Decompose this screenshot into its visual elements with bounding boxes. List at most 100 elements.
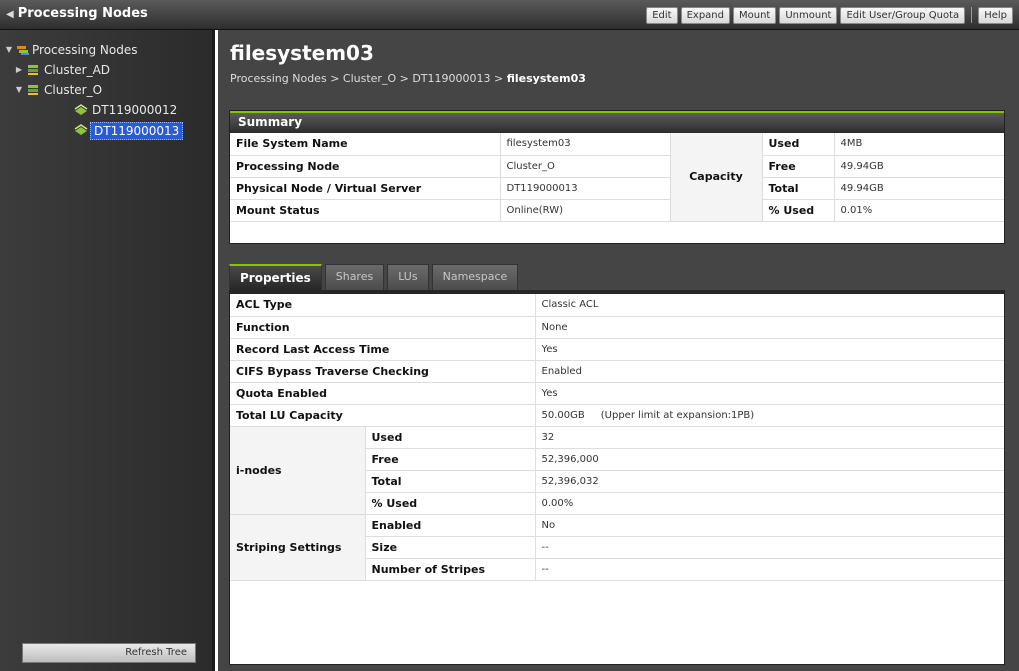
- toolbar: Edit Expand Mount Unmount Edit User/Grou…: [643, 6, 1013, 24]
- table-row: ACL Type Classic ACL: [230, 294, 1004, 317]
- refresh-tree-button[interactable]: Refresh Tree: [22, 643, 196, 663]
- property-label: Total LU Capacity: [230, 404, 535, 427]
- breadcrumb-link-cluster[interactable]: Cluster_O: [343, 72, 396, 85]
- tab-lus[interactable]: LUs: [387, 264, 429, 290]
- breadcrumb-link-processing-nodes[interactable]: Processing Nodes: [230, 72, 327, 85]
- breadcrumb-separator: >: [399, 72, 409, 85]
- summary-label: Physical Node / Virtual Server: [230, 177, 500, 200]
- navigation-tree-panel: ▼ Processing Nodes ▶ Cluster_AD ▼ Cluste…: [0, 30, 215, 671]
- table-row: Quota Enabled Yes: [230, 382, 1004, 405]
- tree-node-label: DT119000012: [92, 103, 178, 117]
- breadcrumb-separator: >: [494, 72, 504, 85]
- table-row: File System Name filesystem03 Capacity U…: [230, 133, 1004, 222]
- tab-namespace[interactable]: Namespace: [431, 264, 519, 290]
- capacity-value: 0.01%: [833, 199, 1004, 222]
- lu-capacity-note: (Upper limit at expansion:1PB): [600, 409, 755, 421]
- summary-label: File System Name: [230, 133, 500, 156]
- summary-panel: Summary File System Name filesystem03 Ca…: [229, 110, 1005, 244]
- inodes-sub-label: Used: [365, 426, 535, 449]
- summary-label: Mount Status: [230, 199, 500, 222]
- tree-node-label: Cluster_O: [44, 83, 103, 97]
- collapse-arrow-icon[interactable]: ◀: [6, 9, 14, 20]
- summary-value: filesystem03: [499, 133, 670, 156]
- summary-label: Processing Node: [230, 155, 500, 178]
- capacity-sub-label: Total: [762, 177, 834, 200]
- breadcrumb-separator: >: [330, 72, 340, 85]
- striping-value: --: [534, 558, 1004, 581]
- capacity-value: 4MB: [833, 133, 1004, 156]
- breadcrumb: Processing Nodes > Cluster_O > DT1190000…: [230, 72, 586, 85]
- tree-node-processing-nodes[interactable]: ▼ Processing Nodes: [0, 40, 212, 60]
- tree-node-dt119000013[interactable]: DT119000013: [0, 120, 212, 140]
- inodes-group-label: i-nodes: [230, 426, 366, 515]
- property-value: 50.00GB (Upper limit at expansion:1PB): [534, 404, 1004, 427]
- tree-node-cluster-o[interactable]: ▼ Cluster_O: [0, 80, 212, 100]
- striping-sub-label: Number of Stripes: [365, 558, 535, 581]
- edit-quota-button[interactable]: Edit User/Group Quota: [840, 6, 966, 24]
- inodes-value: 32: [534, 426, 1004, 449]
- property-value: None: [534, 316, 1004, 339]
- capacity-label: Capacity: [669, 133, 763, 222]
- inodes-sub-label: % Used: [365, 492, 535, 515]
- cluster-icon: [28, 85, 38, 95]
- processing-nodes-icon: [17, 46, 29, 55]
- table-row: Record Last Access Time Yes: [230, 338, 1004, 361]
- summary-value: Online(RW): [499, 199, 670, 222]
- breadcrumb-link-node[interactable]: DT119000013: [412, 72, 490, 85]
- summary-table: File System Name filesystem03 Capacity U…: [230, 133, 1004, 222]
- panel-title[interactable]: ◀ Processing Nodes: [6, 6, 148, 21]
- inodes-sub-label: Free: [365, 448, 535, 471]
- top-header-bar: ◀ Processing Nodes Edit Expand Mount Unmo…: [0, 0, 1019, 30]
- table-row: Total LU Capacity 50.00GB (Upper limit at…: [230, 404, 1004, 427]
- tree-node-cluster-ad[interactable]: ▶ Cluster_AD: [0, 60, 212, 80]
- table-row: Striping Settings Enabled No: [230, 514, 1004, 581]
- table-row: Function None: [230, 316, 1004, 339]
- page-title: filesystem03: [230, 41, 374, 65]
- breadcrumb-current: filesystem03: [506, 72, 586, 85]
- property-value: Yes: [534, 338, 1004, 361]
- summary-heading: Summary: [230, 111, 1004, 133]
- capacity-value: 49.94GB: [833, 155, 1004, 178]
- tab-shares[interactable]: Shares: [324, 264, 385, 290]
- unmount-button[interactable]: Unmount: [779, 6, 838, 24]
- capacity-sub-label: % Used: [762, 199, 834, 222]
- property-label: CIFS Bypass Traverse Checking: [230, 360, 535, 383]
- toolbar-divider: [971, 7, 973, 23]
- properties-table: ACL Type Classic ACL Function None Recor…: [230, 294, 1004, 581]
- main-content: filesystem03 Processing Nodes > Cluster_…: [218, 30, 1019, 671]
- expand-toggle-icon[interactable]: ▼: [4, 40, 14, 60]
- summary-value: Cluster_O: [499, 155, 670, 178]
- summary-value: DT119000013: [499, 177, 670, 200]
- property-label: Record Last Access Time: [230, 338, 535, 361]
- inodes-value: 52,396,000: [534, 448, 1004, 471]
- striping-group-label: Striping Settings: [230, 514, 366, 581]
- expand-toggle-icon[interactable]: ▶: [14, 60, 24, 80]
- navigation-tree: ▼ Processing Nodes ▶ Cluster_AD ▼ Cluste…: [0, 40, 212, 140]
- table-row: i-nodes Used 32: [230, 426, 1004, 515]
- property-label: ACL Type: [230, 294, 535, 317]
- detail-tabs: Properties Shares LUs Namespace: [229, 264, 521, 290]
- expand-button[interactable]: Expand: [680, 6, 730, 24]
- tab-properties[interactable]: Properties: [229, 264, 322, 290]
- tree-node-label: Cluster_AD: [44, 63, 111, 77]
- help-button[interactable]: Help: [978, 6, 1013, 24]
- inodes-value: 0.00%: [534, 492, 1004, 515]
- inodes-sub-label: Total: [365, 470, 535, 493]
- node-icon: [74, 104, 88, 115]
- expand-toggle-icon[interactable]: ▼: [14, 80, 24, 100]
- mount-button[interactable]: Mount: [733, 6, 777, 24]
- capacity-sub-label: Used: [762, 133, 834, 156]
- properties-panel: ACL Type Classic ACL Function None Recor…: [229, 290, 1005, 665]
- edit-button[interactable]: Edit: [646, 6, 678, 24]
- property-value: Enabled: [534, 360, 1004, 383]
- striping-sub-label: Size: [365, 536, 535, 559]
- striping-value: --: [534, 536, 1004, 559]
- striping-sub-label: Enabled: [365, 514, 535, 537]
- property-label: Function: [230, 316, 535, 339]
- node-icon: [74, 124, 88, 135]
- capacity-sub-label: Free: [762, 155, 834, 178]
- tree-node-dt119000012[interactable]: DT119000012: [0, 100, 212, 120]
- panel-title-label: Processing Nodes: [17, 6, 148, 21]
- capacity-value: 49.94GB: [833, 177, 1004, 200]
- table-row: Physical Node / Virtual Server DT1190000…: [230, 177, 1004, 200]
